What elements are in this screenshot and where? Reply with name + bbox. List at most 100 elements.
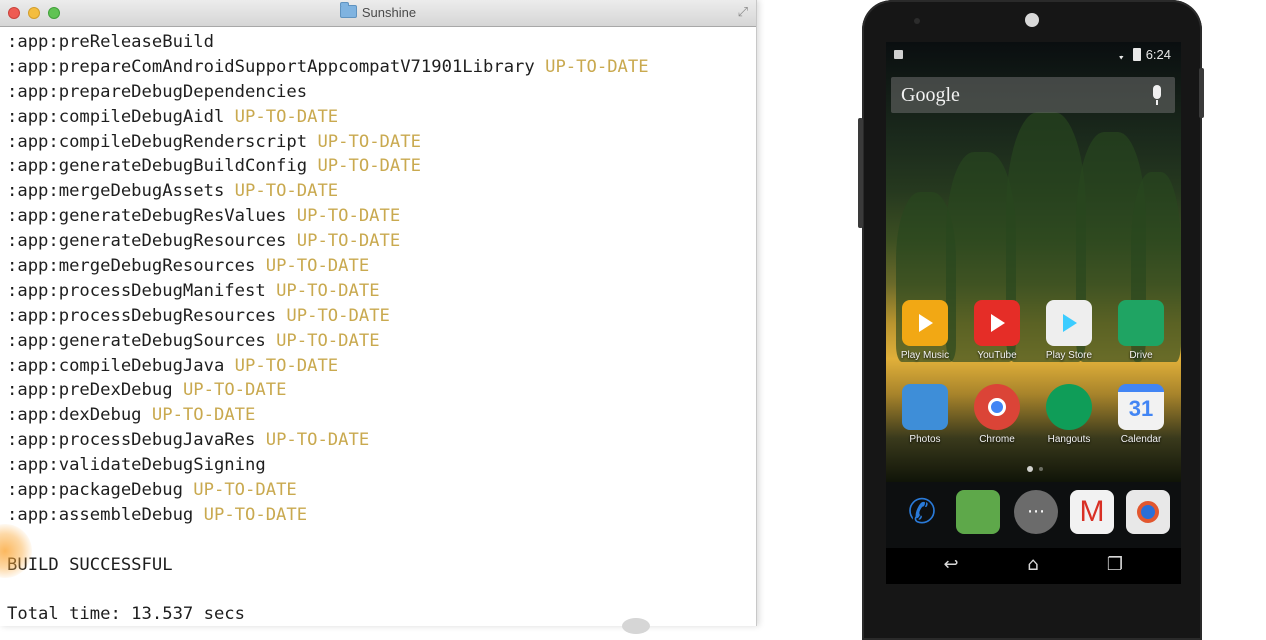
window-title-text: Sunshine <box>361 5 417 20</box>
app-play-store[interactable]: Play Store <box>1034 300 1104 361</box>
terminal-output[interactable]: :app:preReleaseBuild :app:prepareComAndro… <box>7 30 756 626</box>
task-status: UP-TO-DATE <box>151 405 256 426</box>
app-hangouts[interactable]: Hangouts <box>1034 384 1104 445</box>
phone-icon[interactable]: ✆ <box>900 490 944 534</box>
app-label: Chrome <box>979 434 1015 445</box>
output-line: :app:prepareDebugDependencies <box>7 80 756 105</box>
output-line: :app:preDexDebug UP-TO-DATE <box>7 378 756 403</box>
task-name: :app:generateDebugResources <box>7 231 287 252</box>
scroll-indicator <box>622 618 650 634</box>
output-line: :app:processDebugManifest UP-TO-DATE <box>7 279 756 304</box>
hangouts-icon <box>1046 384 1092 430</box>
app-drive[interactable]: Drive <box>1106 300 1176 361</box>
task-name: :app:generateDebugSources <box>7 330 266 351</box>
app-drawer-icon[interactable]: ⋯ <box>1014 490 1058 534</box>
task-status: UP-TO-DATE <box>265 256 370 277</box>
task-status: UP-TO-DATE <box>203 504 308 525</box>
front-camera <box>1025 13 1039 27</box>
task-name: :app:preDexDebug <box>7 380 173 401</box>
task-name: :app:preReleaseBuild <box>7 32 214 52</box>
output-line: :app:generateDebugBuildConfig UP-TO-DATE <box>7 154 756 179</box>
nav-bar: ↩ ⌂ ❐ <box>886 548 1181 584</box>
task-status: UP-TO-DATE <box>286 305 390 326</box>
home-icon[interactable]: ⌂ <box>1018 556 1048 574</box>
app-label: Hangouts <box>1047 434 1091 445</box>
task-status: UP-TO-DATE <box>276 280 380 301</box>
power-button <box>1199 68 1204 118</box>
output-line: :app:preReleaseBuild <box>7 30 756 55</box>
output-line: :app:compileDebugJava UP-TO-DATE <box>7 354 756 379</box>
youtube-icon <box>974 300 1020 346</box>
fullscreen-icon[interactable]: ⤢ <box>738 5 748 20</box>
app-label: YouTube <box>977 350 1017 361</box>
task-name: :app:prepareComAndroidSupportAppcompatV7… <box>7 56 535 77</box>
task-name: BUILD SUCCESSFUL <box>7 554 173 575</box>
task-status: UP-TO-DATE <box>234 181 339 202</box>
task-status: UP-TO-DATE <box>296 231 401 252</box>
photos-icon <box>902 384 948 430</box>
wifi-icon <box>1114 49 1128 60</box>
task-name: :app:mergeDebugAssets <box>7 181 225 202</box>
output-line: :app:generateDebugSources UP-TO-DATE <box>7 329 756 354</box>
output-line: BUILD SUCCESSFUL <box>7 553 756 578</box>
task-status: UP-TO-DATE <box>193 480 297 501</box>
task-name: :app:compileDebugJava <box>7 355 225 376</box>
app-youtube[interactable]: YouTube <box>962 300 1032 361</box>
notification-icon <box>894 50 903 59</box>
play-music-icon <box>902 300 948 346</box>
task-status: UP-TO-DATE <box>296 206 401 227</box>
terminal-window: Sunshine ⤢ :app:preReleaseBuild :app:prep… <box>0 0 757 626</box>
task-status: UP-TO-DATE <box>276 330 380 351</box>
app-label: Drive <box>1129 350 1153 361</box>
back-icon[interactable]: ↩ <box>936 556 966 574</box>
task-name: :app:compileDebugAidl <box>7 106 225 127</box>
recents-icon[interactable]: ❐ <box>1100 556 1130 574</box>
calendar-icon: 31 <box>1118 384 1164 430</box>
app-label: Calendar <box>1120 434 1162 445</box>
app-chrome[interactable]: Chrome <box>962 384 1032 445</box>
app-calendar[interactable]: 31 Calendar <box>1106 384 1176 445</box>
task-status: UP-TO-DATE <box>545 56 649 77</box>
app-play-music[interactable]: Play Music <box>890 300 960 361</box>
chrome-icon <box>974 384 1020 430</box>
drive-icon <box>1118 300 1164 346</box>
output-line: :app:mergeDebugResources UP-TO-DATE <box>7 254 756 279</box>
title-bar[interactable]: Sunshine ⤢ <box>0 0 756 27</box>
calendar-day: 31 <box>1128 396 1154 421</box>
output-line: :app:processDebugResources UP-TO-DATE <box>7 304 756 329</box>
task-name: :app:processDebugManifest <box>7 280 266 301</box>
task-status: UP-TO-DATE <box>265 430 370 451</box>
mic-icon[interactable] <box>1153 85 1161 105</box>
task-name: :app:generateDebugResValues <box>7 206 287 227</box>
task-name: :app:validateDebugSigning <box>7 455 266 476</box>
app-label: Play Music <box>900 350 950 361</box>
task-name: :app:generateDebugBuildConfig <box>7 156 308 177</box>
task-name: :app:mergeDebugResources <box>7 256 256 277</box>
task-name: :app:assembleDebug <box>7 504 194 525</box>
gmail-icon[interactable]: M <box>1070 490 1114 534</box>
google-search-bar[interactable]: Google <box>891 77 1175 113</box>
phone-screen[interactable]: 6:24 Google Play Music YouTube Play Store D… <box>886 42 1181 584</box>
battery-icon <box>1132 48 1141 61</box>
app-label: Play Store <box>1045 350 1093 361</box>
task-name: :app:dexDebug <box>7 405 142 426</box>
proximity-sensor <box>914 18 920 24</box>
window-title: Sunshine <box>0 2 756 20</box>
task-name: Total time: 13.537 secs <box>7 604 245 625</box>
output-line: :app:dexDebug UP-TO-DATE <box>7 403 756 428</box>
camera-icon[interactable] <box>1126 490 1170 534</box>
task-status: UP-TO-DATE <box>182 380 287 401</box>
volume-button <box>858 118 863 228</box>
output-line: :app:assembleDebug UP-TO-DATE <box>7 503 756 528</box>
status-bar: 6:24 <box>886 42 1181 66</box>
output-line: :app:validateDebugSigning <box>7 453 756 478</box>
output-line: :app:processDebugJavaRes UP-TO-DATE <box>7 428 756 453</box>
app-photos[interactable]: Photos <box>890 384 960 445</box>
output-line: :app:compileDebugRenderscript UP-TO-DATE <box>7 130 756 155</box>
output-line: :app:packageDebug UP-TO-DATE <box>7 478 756 503</box>
maps-icon[interactable] <box>956 490 1000 534</box>
task-name: :app:packageDebug <box>7 480 183 501</box>
play-store-icon <box>1046 300 1092 346</box>
